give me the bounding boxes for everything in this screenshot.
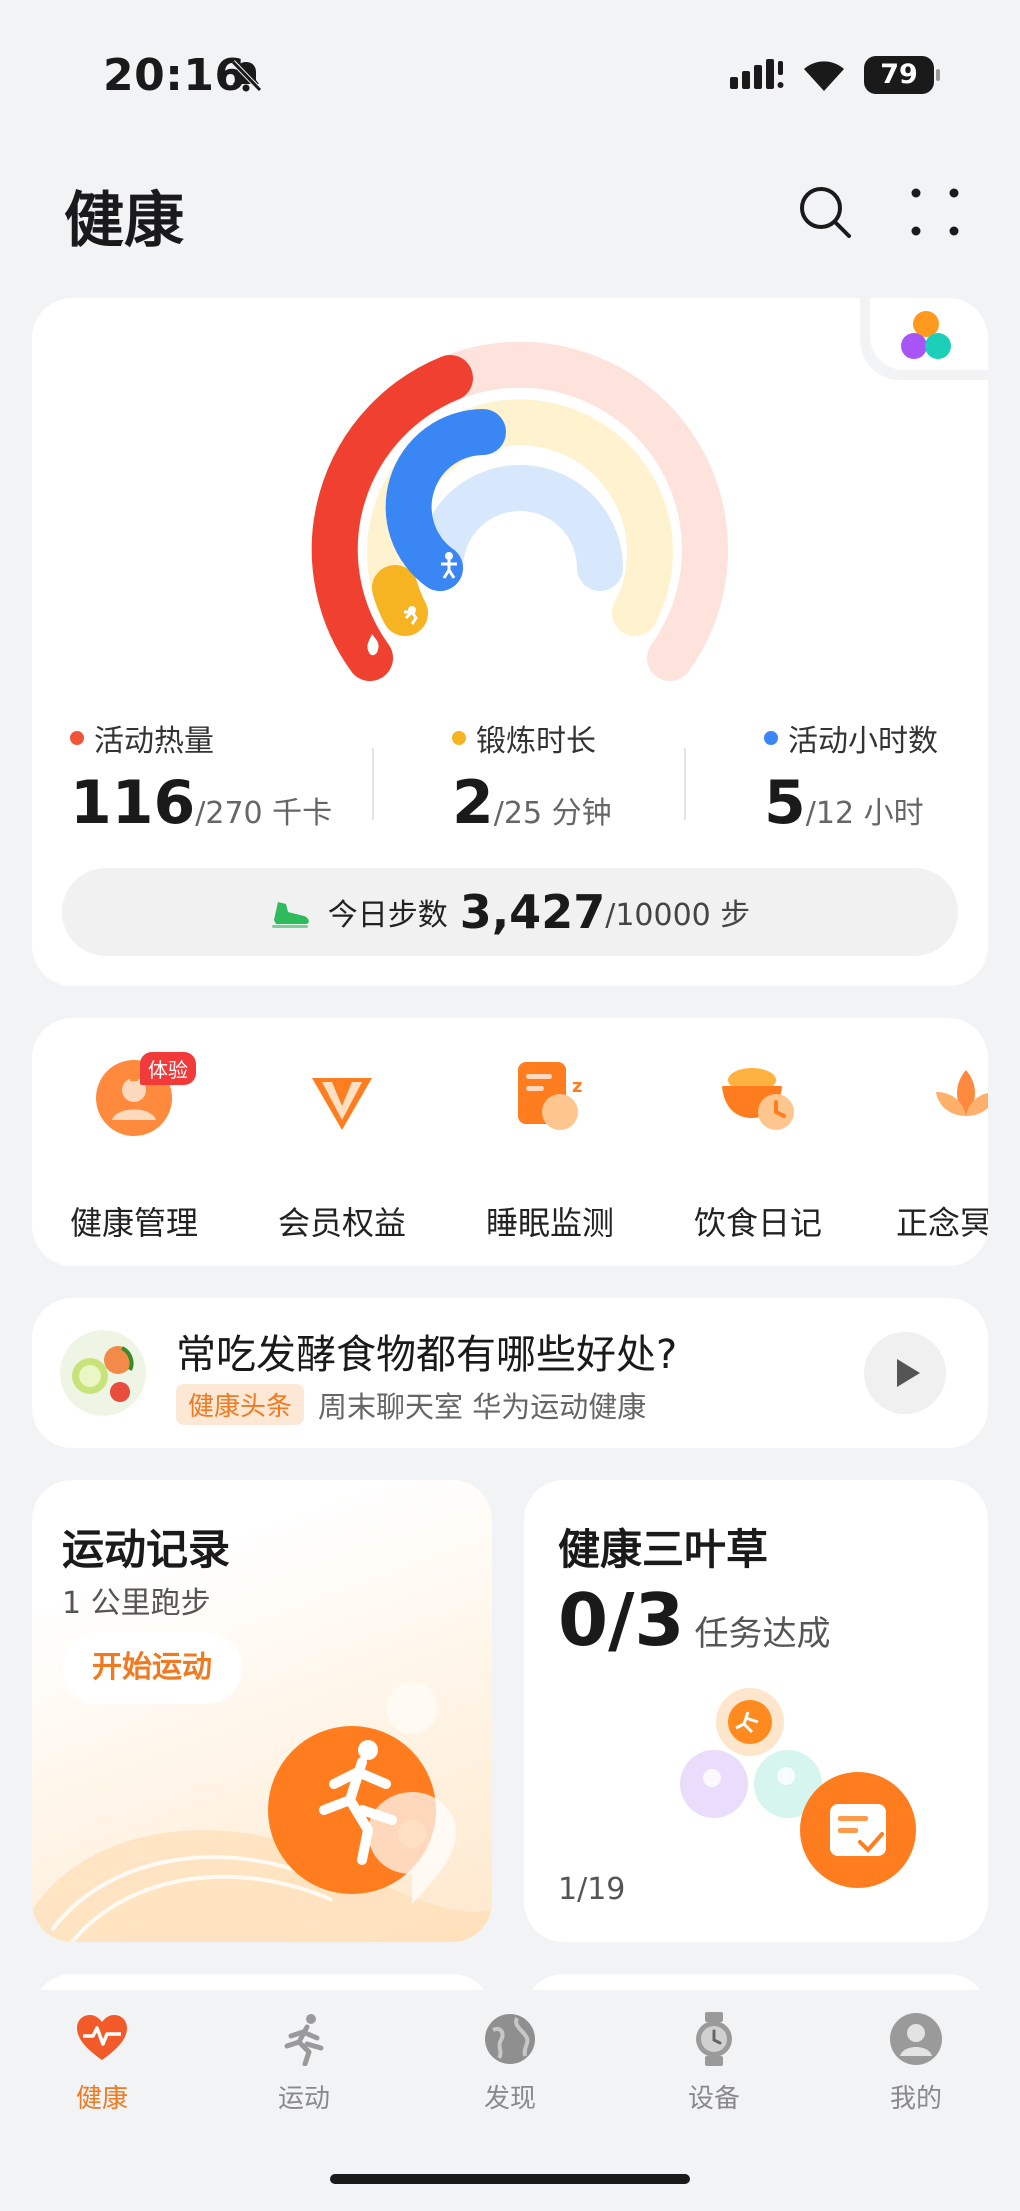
article-title: 常吃发酵食物都有哪些好处?	[176, 1332, 678, 1378]
shortcut-label: 正念冥	[896, 1204, 988, 1242]
calories-label: 活动热量	[94, 724, 214, 759]
watch-icon	[696, 2012, 732, 2066]
sport-record-title: 运动记录	[62, 1525, 231, 1574]
globe-icon	[485, 2014, 535, 2064]
runner-icon	[284, 2014, 324, 2066]
active-hours-metric: 活动小时数 5/12 小时	[764, 718, 938, 838]
hours-total: /12 小时	[805, 796, 924, 831]
calories-total: /270 千卡	[195, 796, 333, 831]
tab-discover[interactable]: 发现	[440, 2012, 580, 2122]
shortcut-label: 健康管理	[69, 1204, 198, 1242]
hours-label: 活动小时数	[788, 724, 938, 759]
tab-label: 发现	[483, 2084, 536, 2114]
heart-icon	[77, 2015, 127, 2060]
steps-total: /10000 步	[605, 898, 751, 933]
exercise-label: 锻炼时长	[476, 724, 596, 759]
clover-text: 任务达成	[694, 1614, 831, 1654]
steps-value: 3,427	[459, 885, 606, 939]
calories-value: 116	[70, 768, 196, 838]
shortcut-vip[interactable]: 会员权益	[262, 1056, 422, 1246]
sleep-icon: z	[518, 1062, 582, 1130]
hours-dot	[764, 731, 778, 745]
exercise-value: 2	[452, 768, 494, 838]
article-source: 周末聊天室 华为运动健康	[318, 1390, 647, 1424]
shortcut-label: 睡眠监测	[485, 1204, 614, 1242]
play-button-icon[interactable]	[864, 1332, 946, 1414]
vip-icon	[312, 1078, 372, 1130]
tab-sport[interactable]: 运动	[234, 2012, 374, 2122]
activity-rings	[311, 341, 728, 681]
shortcut-sleep[interactable]: z 睡眠监测	[470, 1056, 630, 1246]
app-gallery-icon[interactable]	[894, 308, 958, 366]
tab-label: 设备	[687, 2084, 740, 2114]
lotus-icon	[936, 1070, 988, 1116]
svg-text:z: z	[572, 1076, 582, 1097]
shortcut-mindfulness[interactable]: 正念冥	[886, 1056, 988, 1246]
tab-health[interactable]: 健康	[32, 2012, 172, 2122]
search-icon[interactable]	[796, 183, 854, 241]
steps-label: 今日步数	[327, 898, 448, 933]
health-article-card[interactable]: 常吃发酵食物都有哪些好处? 健康头条 周末聊天室 华为运动健康	[32, 1298, 988, 1448]
tab-devices[interactable]: 设备	[644, 2012, 784, 2122]
clover-title: 健康三叶草	[558, 1525, 769, 1574]
shortcut-diet[interactable]: 饮食日记	[678, 1056, 838, 1246]
divider	[684, 748, 686, 820]
exercise-total: /25 分钟	[493, 796, 612, 831]
tab-profile[interactable]: 我的	[846, 2012, 986, 2122]
page-title: 健康	[64, 186, 184, 256]
tab-label: 运动	[277, 2084, 330, 2114]
article-tag: 健康头条	[176, 1384, 305, 1425]
diet-icon	[722, 1068, 794, 1130]
tab-label: 我的	[889, 2084, 942, 2114]
hours-value: 5	[764, 768, 806, 838]
trial-badge: 体验	[140, 1052, 196, 1085]
activity-rings-card[interactable]: 活动热量 116/270 千卡 锻炼时长 2/25 分钟 活动小时数 5/12 …	[32, 298, 988, 986]
sport-record-subtitle: 1 公里跑步	[62, 1586, 211, 1621]
status-bar: 20:16 79	[0, 0, 1020, 150]
calories-dot	[70, 731, 84, 745]
battery-indicator: 79	[864, 56, 940, 94]
start-workout-button[interactable]: 开始运动	[62, 1632, 242, 1704]
sport-record-card[interactable]: 运动记录 1 公里跑步 开始运动	[32, 1480, 492, 1942]
divider	[372, 748, 374, 820]
mute-bell-icon	[231, 60, 262, 92]
exercise-dot	[452, 731, 466, 745]
clover-page-indicator: 1/19	[558, 1872, 626, 1907]
calories-metric: 活动热量 116/270 千卡	[70, 718, 332, 838]
profile-icon	[890, 2013, 942, 2065]
clover-value: 0/3	[558, 1578, 685, 1662]
shortcuts-card: 体验 健康管理 会员权益 z 睡眠监测 饮食日记 正念冥	[32, 1018, 988, 1266]
signal-icon	[730, 59, 784, 89]
shortcut-health-management[interactable]: 体验 健康管理	[54, 1052, 214, 1246]
article-thumbnail	[60, 1330, 146, 1416]
steps-pill[interactable]: 今日步数 3,427 /10000 步	[62, 868, 958, 956]
more-icon[interactable]	[906, 183, 964, 241]
clover-illustration	[680, 1688, 916, 1888]
exercise-metric: 锻炼时长 2/25 分钟	[452, 718, 612, 838]
health-clover-card[interactable]: 健康三叶草 0/3 任务达成 1/19	[524, 1480, 988, 1942]
shortcut-label: 饮食日记	[693, 1204, 822, 1242]
shoe-icon	[271, 902, 309, 928]
status-time: 20:16	[103, 50, 246, 101]
wifi-icon	[804, 61, 844, 91]
shortcut-label: 会员权益	[277, 1204, 406, 1242]
home-indicator[interactable]	[330, 2174, 690, 2184]
clover-progress: 0/3 任务达成	[558, 1578, 831, 1662]
tab-label: 健康	[75, 2084, 128, 2114]
